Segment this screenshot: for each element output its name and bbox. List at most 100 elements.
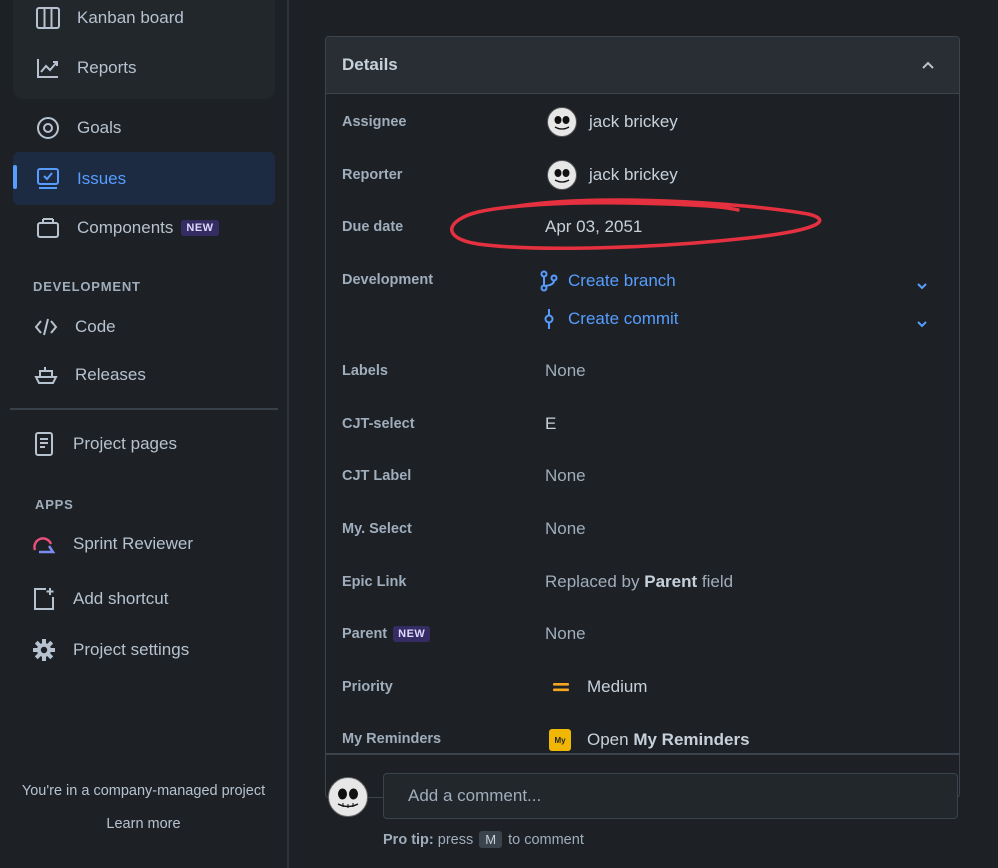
- sidebar-item-issues[interactable]: Issues: [13, 152, 275, 205]
- branch-icon: [540, 270, 558, 292]
- sidebar-divider: [10, 408, 278, 410]
- details-title: Details: [342, 55, 398, 74]
- priority-medium-icon: [553, 681, 569, 693]
- sidebar-item-label: Sprint Reviewer: [73, 534, 193, 553]
- priority-label: Priority: [342, 679, 393, 695]
- issues-icon: [35, 166, 61, 192]
- labels-label: Labels: [342, 363, 388, 379]
- priority-text: Medium: [587, 677, 648, 696]
- pro-tip: Pro tip: press M to comment: [383, 831, 584, 848]
- reporter-label: Reporter: [342, 167, 403, 183]
- create-branch-link[interactable]: Create branch: [540, 270, 676, 292]
- avatar: [328, 777, 368, 817]
- ship-icon: [33, 362, 59, 388]
- parent-label: Parent NEW: [342, 626, 431, 642]
- sidebar-item-components[interactable]: Components NEW: [13, 205, 275, 251]
- commit-icon: [540, 308, 558, 330]
- page-icon: [31, 431, 57, 457]
- target-icon: [35, 115, 61, 141]
- assignee-name: jack brickey: [589, 112, 678, 131]
- parent-value[interactable]: None: [545, 624, 586, 644]
- apps-heading: APPS: [35, 497, 74, 512]
- sidebar-item-code[interactable]: Code: [13, 304, 275, 350]
- reminders-app-icon: My: [549, 729, 571, 751]
- sidebar-item-label: Project pages: [73, 434, 177, 453]
- priority-value[interactable]: Medium: [545, 677, 647, 697]
- sidebar-item-label: Components: [77, 218, 174, 237]
- epic-link-prefix: Replaced by: [545, 572, 640, 591]
- sidebar-item-project-pages[interactable]: Project pages: [13, 421, 275, 467]
- sidebar-item-goals[interactable]: Goals: [13, 105, 275, 151]
- new-badge: NEW: [393, 626, 431, 642]
- my-select-label: My. Select: [342, 521, 412, 537]
- reporter-name: jack brickey: [589, 165, 678, 184]
- company-managed-note: You're in a company-managed project: [21, 783, 266, 799]
- epic-link-value: Replaced by Parent field: [545, 572, 733, 592]
- create-commit-link[interactable]: Create commit: [540, 308, 679, 330]
- assignee-value[interactable]: jack brickey: [545, 107, 678, 137]
- comment-input[interactable]: Add a comment...: [383, 773, 958, 819]
- add-shortcut-icon: [31, 586, 57, 612]
- my-select-value[interactable]: None: [545, 519, 586, 539]
- sidebar-item-label: Kanban board: [77, 8, 184, 27]
- comment-placeholder: Add a comment...: [408, 786, 542, 805]
- due-date-label: Due date: [342, 219, 404, 235]
- sidebar-item-sprint-reviewer[interactable]: Sprint Reviewer: [13, 521, 275, 567]
- cjt-select-value[interactable]: E: [545, 414, 556, 434]
- sidebar: Kanban board Reports Goals Issues Compon…: [0, 0, 287, 868]
- parent-label-text: Parent: [342, 626, 388, 642]
- sidebar-item-label: Goals: [77, 118, 122, 137]
- reporter-value[interactable]: jack brickey: [545, 160, 678, 190]
- details-panel: Details Assignee jack brickey Reporter j…: [325, 36, 960, 798]
- due-date-value[interactable]: Apr 03, 2051: [545, 217, 642, 237]
- code-icon: [33, 314, 59, 340]
- chart-line-icon: [35, 55, 61, 81]
- sidebar-item-releases[interactable]: Releases: [13, 352, 275, 398]
- pro-tip-label: Pro tip:: [383, 831, 434, 848]
- assignee-label: Assignee: [342, 114, 407, 130]
- sidebar-item-project-settings[interactable]: Project settings: [13, 627, 275, 673]
- pro-tip-press: press: [437, 831, 474, 848]
- sidebar-item-kanban-board[interactable]: Kanban board: [13, 0, 275, 41]
- reminders-icon-text: My: [554, 735, 566, 745]
- shortcut-key: M: [479, 831, 503, 848]
- cjt-label-label: CJT Label: [342, 468, 412, 484]
- chevron-down-icon[interactable]: [916, 315, 928, 333]
- epic-link-parent: Parent: [644, 572, 698, 591]
- new-badge: NEW: [181, 220, 219, 236]
- avatar: [547, 160, 577, 190]
- active-indicator: [13, 165, 17, 189]
- sidebar-item-reports[interactable]: Reports: [13, 45, 275, 91]
- cjt-select-label: CJT-select: [342, 416, 415, 432]
- sidebar-item-label: Code: [75, 317, 116, 336]
- sidebar-item-label: Issues: [77, 168, 127, 188]
- details-header[interactable]: Details: [326, 37, 959, 94]
- cjt-label-value[interactable]: None: [545, 466, 586, 486]
- development-heading: DEVELOPMENT: [33, 279, 141, 294]
- sidebar-resize-handle[interactable]: [287, 0, 289, 868]
- components-icon: [35, 215, 61, 241]
- my-reminders-label: My Reminders: [342, 731, 442, 747]
- sidebar-item-label: Project settings: [73, 640, 190, 659]
- sidebar-item-add-shortcut[interactable]: Add shortcut: [13, 576, 275, 622]
- chevron-down-icon[interactable]: [916, 277, 928, 295]
- sidebar-item-label: Releases: [75, 365, 146, 384]
- development-label: Development: [342, 272, 434, 288]
- learn-more-link[interactable]: Learn more: [0, 816, 287, 832]
- my-reminders-value[interactable]: My Open My Reminders: [545, 729, 750, 751]
- reminders-link: My Reminders: [633, 730, 750, 749]
- epic-link-label: Epic Link: [342, 574, 407, 590]
- reminders-open: Open: [587, 730, 629, 749]
- create-branch-label: Create branch: [568, 271, 676, 290]
- sidebar-item-label: Reports: [77, 58, 137, 77]
- labels-value[interactable]: None: [545, 361, 586, 381]
- panel-scroll-edge: [326, 753, 959, 755]
- pro-tip-suffix: to comment: [508, 831, 584, 848]
- epic-link-suffix: field: [701, 572, 734, 591]
- columns-icon: [35, 5, 61, 31]
- avatar: [547, 107, 577, 137]
- create-commit-label: Create commit: [568, 309, 679, 328]
- gear-icon: [31, 637, 57, 663]
- sidebar-item-label: Add shortcut: [73, 589, 169, 608]
- chevron-up-icon[interactable]: [913, 50, 943, 80]
